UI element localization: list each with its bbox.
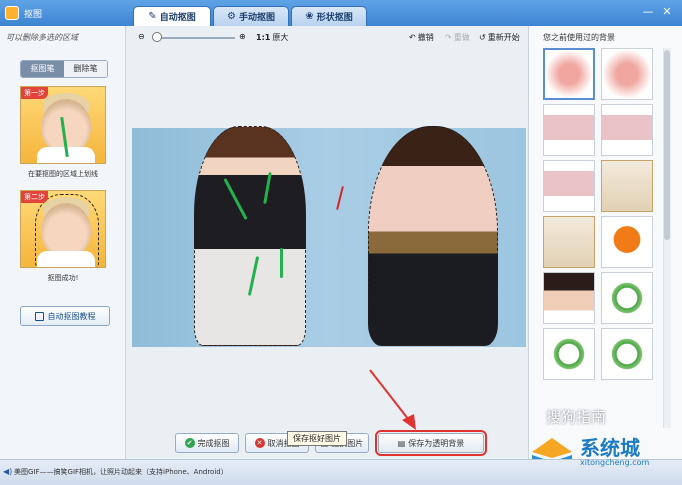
brush-icon: ✎ xyxy=(148,11,157,22)
undo-button[interactable]: ↶ 撤销 xyxy=(409,32,434,43)
zoom-slider-handle[interactable] xyxy=(152,32,162,42)
gear-icon: ⚙ xyxy=(227,11,236,22)
red-arrow-annotation xyxy=(369,369,416,430)
left-panel: 可以删除多选的区域 抠图笔 删除笔 第一步 在要抠图的区域上划线 第二步 抠图成… xyxy=(0,26,126,459)
tooltip: 保存抠好图片 xyxy=(287,431,347,446)
undo-label: 撤销 xyxy=(417,33,434,42)
image-canvas[interactable] xyxy=(132,126,526,347)
editor-toolbar: ⊖ ⊕ 1:1 原大 ↶ 撤销 ↷ 重做 ↺ 重新开始 xyxy=(127,26,527,50)
tab-auto-cutout[interactable]: ✎ 自动抠图 xyxy=(133,6,211,26)
editor-area: ⊖ ⊕ 1:1 原大 ↶ 撤销 ↷ 重做 ↺ 重新开始 ✔ 完成抠图 ✕ 取消抠… xyxy=(127,26,527,459)
selection-outline xyxy=(35,194,99,267)
step-badge: 第一步 xyxy=(21,87,48,99)
eraser-pen-button[interactable]: 删除笔 xyxy=(64,61,107,77)
speaker-icon: ◀) xyxy=(3,467,13,476)
background-thumb[interactable] xyxy=(601,104,653,156)
restart-label: 重新开始 xyxy=(487,33,520,42)
background-thumb[interactable] xyxy=(543,272,595,324)
watermark-logo-text: 系统城 xyxy=(580,436,640,460)
background-thumb[interactable] xyxy=(601,48,653,100)
zoom-slider[interactable] xyxy=(155,37,235,39)
step-one-example: 第一步 xyxy=(20,86,106,164)
status-ad-link[interactable]: 美图GIF——搞笑GIF相机，让照片动起来（支持iPhone、Android） xyxy=(14,467,228,477)
pen-mode-toggle: 抠图笔 删除笔 xyxy=(20,60,108,78)
tab-manual-cutout[interactable]: ⚙ 手动抠图 xyxy=(213,6,289,26)
minimize-button[interactable]: — xyxy=(641,5,655,19)
tutorial-button[interactable]: 自动抠图教程 xyxy=(20,306,110,326)
save-label: 保存为透明背景 xyxy=(408,438,465,448)
cutout-pen-button[interactable]: 抠图笔 xyxy=(21,61,64,77)
green-stroke xyxy=(280,248,283,278)
check-icon: ✔ xyxy=(184,438,195,448)
background-thumb[interactable] xyxy=(601,160,653,212)
step-one-label: 在要抠图的区域上划线 xyxy=(28,170,98,178)
restart-button[interactable]: ↺ 重新开始 xyxy=(479,32,520,43)
window-title: 抠图 xyxy=(24,10,43,20)
tab-label: 手动抠图 xyxy=(238,13,275,23)
app-logo-icon xyxy=(5,6,19,20)
original-size-button[interactable]: 1:1 原大 xyxy=(256,32,288,43)
watermark-text: 搜狗指南 xyxy=(546,408,607,426)
tab-label: 自动抠图 xyxy=(159,13,196,23)
zoom-in-icon[interactable]: ⊕ xyxy=(239,32,246,41)
background-thumb[interactable] xyxy=(543,328,595,380)
watermark-url: xitongcheng.com xyxy=(580,458,650,467)
background-thumb[interactable] xyxy=(543,104,595,156)
cancel-icon: ✕ xyxy=(254,438,265,448)
recent-backgrounds-panel: 您之前使用过的背景 xyxy=(528,26,682,459)
original-label: 原大 xyxy=(272,33,289,42)
subject-right-figure xyxy=(368,126,498,346)
redo-label: 重做 xyxy=(453,33,470,42)
app-window: 抠图 ✎ 自动抠图 ⚙ 手动抠图 ❀ 形状抠图 — ✕ 可以删除多选的区域 抠图… xyxy=(0,0,682,485)
hint-text: 可以删除多选的区域 xyxy=(6,33,78,42)
step-two-label: 抠图成功! xyxy=(47,274,79,282)
background-thumb[interactable] xyxy=(601,272,653,324)
book-icon xyxy=(34,311,44,321)
subject-left-figure xyxy=(194,126,306,346)
finish-cutout-button[interactable]: ✔ 完成抠图 xyxy=(175,433,239,453)
background-thumb[interactable] xyxy=(601,216,653,268)
tab-label: 形状抠图 xyxy=(316,13,353,23)
restart-icon: ↺ xyxy=(479,33,486,42)
recent-backgrounds-title: 您之前使用过的背景 xyxy=(543,33,615,42)
background-thumb[interactable] xyxy=(601,328,653,380)
title-bar: 抠图 ✎ 自动抠图 ⚙ 手动抠图 ❀ 形状抠图 — ✕ xyxy=(0,0,682,26)
red-stroke xyxy=(336,186,344,210)
redo-icon: ↷ xyxy=(445,33,452,42)
step-two-example: 第二步 xyxy=(20,190,106,268)
background-thumb[interactable] xyxy=(543,216,595,268)
redo-button[interactable]: ↷ 重做 xyxy=(445,32,470,43)
tab-shape-cutout[interactable]: ❀ 形状抠图 xyxy=(291,6,367,26)
finish-label: 完成抠图 xyxy=(197,438,230,448)
save-transparent-button[interactable]: ▤ 保存为透明背景 xyxy=(375,430,487,456)
undo-icon: ↶ xyxy=(409,33,416,42)
tutorial-label: 自动抠图教程 xyxy=(47,311,96,321)
ratio-label: 1:1 xyxy=(256,33,271,42)
background-thumb[interactable] xyxy=(543,48,595,100)
background-thumb[interactable] xyxy=(543,160,595,212)
step-badge: 第二步 xyxy=(21,191,48,203)
close-button[interactable]: ✕ xyxy=(660,5,674,19)
shape-icon: ❀ xyxy=(305,11,314,22)
zoom-out-icon[interactable]: ⊖ xyxy=(138,32,145,41)
scrollbar-thumb[interactable] xyxy=(664,50,670,240)
save-icon: ▤ xyxy=(397,438,406,448)
